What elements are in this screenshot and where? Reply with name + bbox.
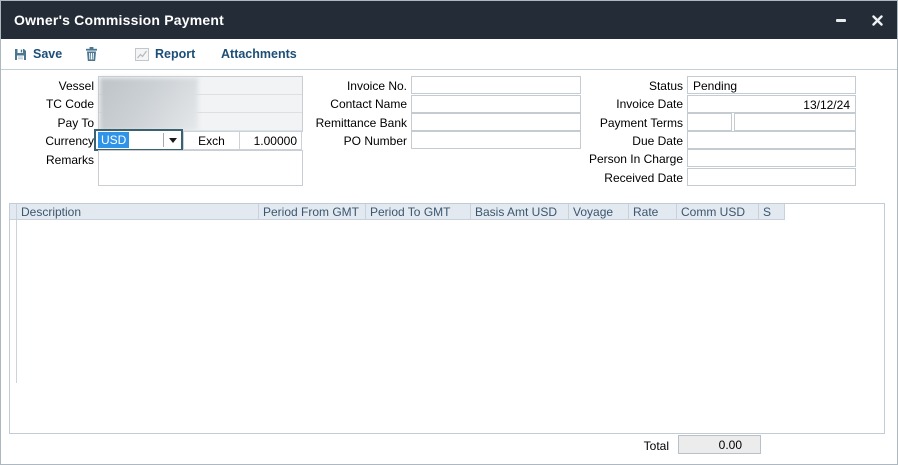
floppy-disk-icon [14,48,27,61]
toolbar: Save Report Attachments [1,39,897,70]
remarks-field[interactable] [98,150,303,186]
currency-dropdown[interactable]: USD [94,129,183,151]
redaction-blur [100,78,198,131]
close-button[interactable] [869,12,885,28]
report-button[interactable]: Report [135,39,195,69]
payment-terms-label: Payment Terms [573,116,683,130]
total-field: 0.00 [678,435,761,454]
currency-label: Currency [9,134,94,148]
invoice-date-label: Invoice Date [573,97,683,111]
grid-header-filler [785,204,884,220]
window-controls [833,1,885,39]
exch-rate-field[interactable]: 1.00000 [239,132,301,149]
window-title: Owner's Commission Payment [14,12,224,28]
currency-dropdown-arrow[interactable] [164,138,181,143]
attachments-button[interactable]: Attachments [221,39,297,69]
remittance-bank-field[interactable] [411,113,581,131]
status-field[interactable]: Pending [687,76,856,94]
delete-button[interactable] [85,39,98,69]
owners-commission-payment-window: Owner's Commission Payment Save [0,0,898,465]
close-icon [872,15,883,26]
exch-rate-label: Exch Rate [184,132,239,149]
invoice-no-label: Invoice No. [307,79,407,93]
remittance-bank-label: Remittance Bank [307,116,407,130]
line-chart-icon [135,48,149,61]
exch-rate-group: Exch Rate 1.00000 [183,131,302,150]
grid-header-comm-usd[interactable]: Comm USD [677,204,759,220]
grid-header-basis-amt-usd[interactable]: Basis Amt USD [471,204,569,220]
minimize-icon [836,19,846,22]
save-button-label: Save [33,47,62,61]
grid-header-s[interactable]: S [759,204,785,220]
vessel-fields-group [98,76,303,132]
tc-code-label: TC Code [9,97,94,111]
grid-selector-column-line [16,220,17,383]
due-date-label: Due Date [573,134,683,148]
trash-icon [85,47,98,61]
remarks-label: Remarks [9,153,94,167]
po-number-field[interactable] [411,131,581,149]
pay-to-label: Pay To [9,116,94,130]
attachments-button-label: Attachments [221,47,297,61]
report-button-label: Report [155,47,195,61]
invoice-no-field[interactable] [411,76,581,94]
minimize-button[interactable] [833,12,849,28]
grid-header-voyage[interactable]: Voyage [569,204,629,220]
save-button[interactable]: Save [14,39,62,69]
contact-name-label: Contact Name [307,97,407,111]
person-in-charge-label: Person In Charge [573,152,683,166]
received-date-field[interactable] [687,168,856,186]
grid-header-rate[interactable]: Rate [629,204,677,220]
currency-selected-value: USD [98,132,129,148]
grid-header-period-to-gmt[interactable]: Period To GMT [366,204,471,220]
payment-terms-days-field[interactable] [687,113,732,131]
grid-header-description[interactable]: Description [17,204,259,220]
person-in-charge-field[interactable] [687,149,856,167]
titlebar: Owner's Commission Payment [1,1,897,39]
commission-lines-grid: Description Period From GMT Period To GM… [9,203,885,434]
payment-terms-desc-field[interactable] [734,113,856,131]
grid-header-row-selector[interactable] [10,204,17,220]
po-number-label: PO Number [307,134,407,148]
vessel-label: Vessel [9,79,94,93]
due-date-field[interactable] [687,131,856,149]
grid-header-period-from-gmt[interactable]: Period From GMT [259,204,366,220]
invoice-date-field[interactable]: 13/12/24 [687,95,856,113]
contact-name-field[interactable] [411,95,581,113]
chevron-down-icon [169,138,177,143]
total-label: Total [611,439,669,453]
grid-body-empty [10,220,884,433]
status-label: Status [573,79,683,93]
grid-header-row: Description Period From GMT Period To GM… [10,204,884,220]
received-date-label: Received Date [573,171,683,185]
